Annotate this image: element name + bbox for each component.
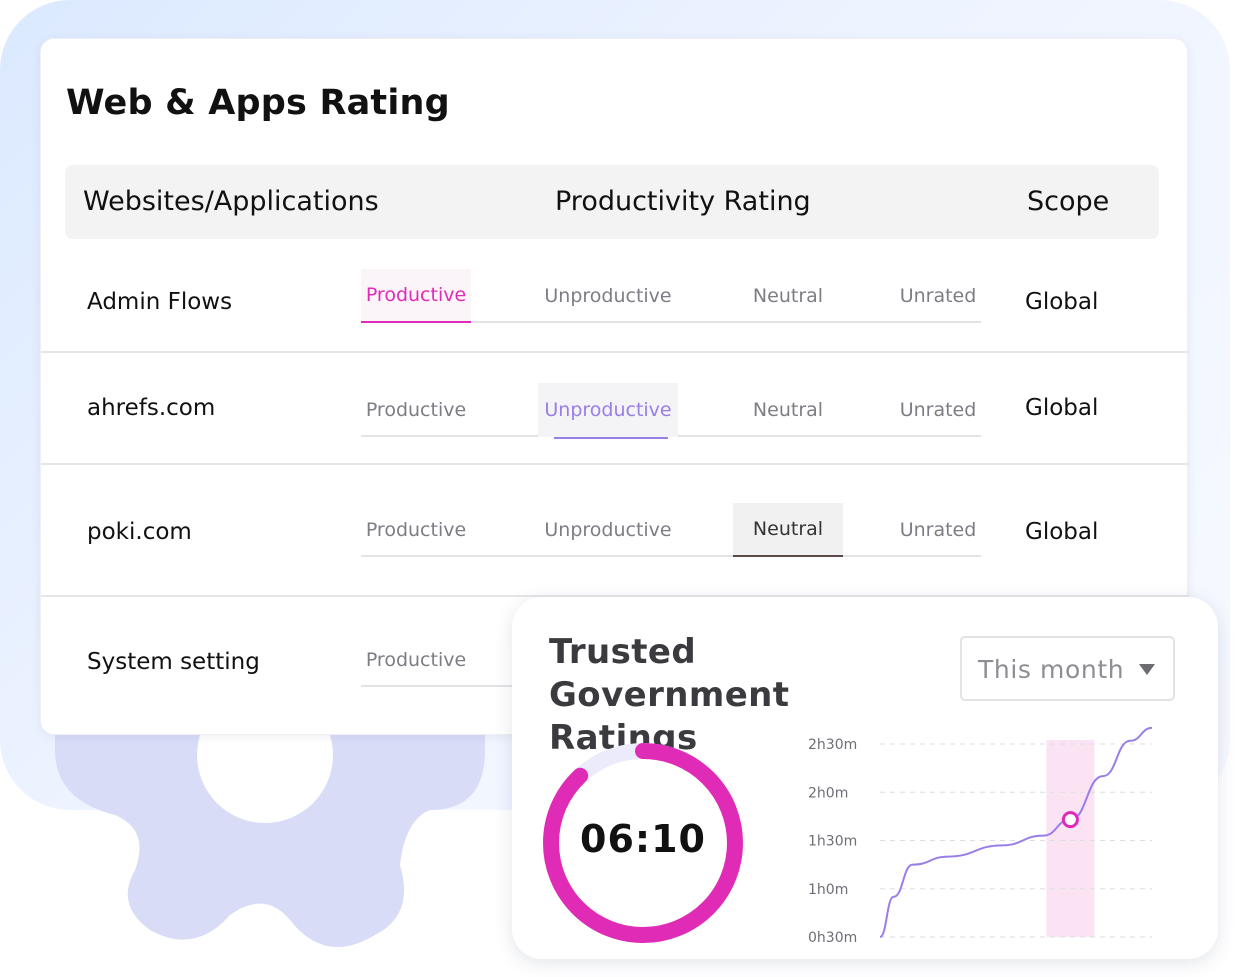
highlight-point [1061, 811, 1079, 829]
rating-option-unrated[interactable]: Unrated [883, 383, 993, 437]
rating-option-unproductive[interactable]: Unproductive [538, 503, 678, 557]
time-line-chart: 2h30m 2h0m 1h30m 1h0m 0h30m [808, 726, 1153, 946]
y-tick-label: 1h0m [808, 882, 848, 898]
site-name: Admin Flows [87, 289, 233, 315]
series-line [879, 726, 1153, 938]
column-header-sites: Websites/Applications [83, 186, 379, 217]
table-row: poki.com Productive Unproductive Neutral… [41, 503, 1189, 583]
y-tick-label: 1h30m [808, 834, 857, 850]
rating-option-unrated[interactable]: Unrated [883, 503, 993, 557]
rating-option-unproductive[interactable]: Unproductive [538, 383, 678, 439]
y-tick-label: 2h0m [808, 785, 848, 801]
rating-option-productive[interactable]: Productive [361, 269, 471, 323]
trusted-government-ratings-card: Trusted Government Ratings This month 06… [512, 597, 1218, 959]
timer-value: 06:10 [580, 817, 706, 861]
rating-segmented-control: Productive Unproductive Neutral Unrated [361, 503, 981, 557]
site-name: ahrefs.com [87, 395, 216, 421]
column-header-scope: Scope [1027, 186, 1110, 217]
table-header: Websites/Applications Productivity Ratin… [65, 165, 1159, 239]
rating-option-unproductive[interactable]: Unproductive [538, 269, 678, 323]
row-divider [41, 351, 1189, 353]
column-header-rating: Productivity Rating [555, 186, 811, 217]
period-dropdown-value: This month [978, 655, 1125, 684]
table-row: ahrefs.com Productive Unproductive Neutr… [41, 383, 1189, 463]
scope-value: Global [1025, 289, 1099, 315]
scope-value: Global [1025, 519, 1099, 545]
rating-option-productive[interactable]: Productive [361, 503, 471, 557]
period-dropdown[interactable]: This month [960, 636, 1175, 701]
rating-option-neutral[interactable]: Neutral [733, 503, 843, 557]
rating-option-neutral[interactable]: Neutral [733, 383, 843, 437]
y-tick-label: 0h30m [808, 930, 857, 946]
card-title: Web & Apps Rating [66, 83, 450, 123]
rating-option-unrated[interactable]: Unrated [883, 269, 993, 323]
caret-down-icon [1139, 664, 1155, 675]
row-divider [41, 463, 1189, 465]
rating-option-neutral[interactable]: Neutral [733, 269, 843, 323]
rating-option-productive[interactable]: Productive [361, 633, 471, 687]
rating-segmented-control: Productive Unproductive Neutral Unrated [361, 383, 981, 439]
scope-value: Global [1025, 395, 1099, 421]
site-name: System setting [87, 649, 260, 675]
y-tick-label: 2h30m [808, 737, 857, 753]
rating-option-productive[interactable]: Productive [361, 383, 471, 437]
table-row: Admin Flows Productive Unproductive Neut… [41, 269, 1189, 349]
rating-segmented-control: Productive Unproductive Neutral Unrated [361, 269, 981, 323]
highlight-band [1046, 740, 1095, 937]
site-name: poki.com [87, 519, 192, 545]
